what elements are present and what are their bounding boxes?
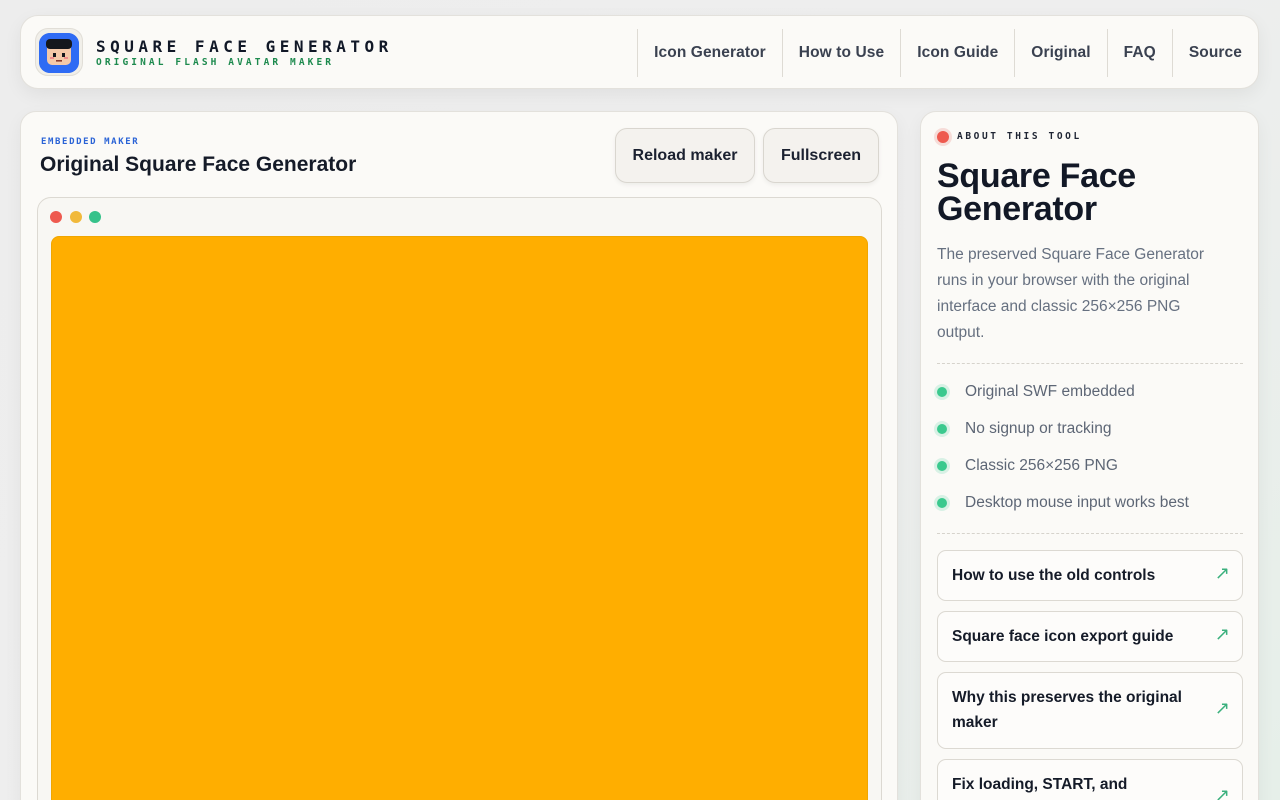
bullet-dot-icon <box>937 461 947 471</box>
site-header: SQUARE FACE GENERATOR ORIGINAL FLASH AVA… <box>20 15 1259 89</box>
about-sidebar: ABOUT THIS TOOL Square Face Generator Th… <box>920 111 1259 800</box>
link-preserves-original[interactable]: Why this preserves the original maker ↗ <box>937 672 1243 749</box>
maker-window <box>37 197 882 800</box>
arrow-up-right-icon: ↗ <box>1214 563 1230 584</box>
nav-source[interactable]: Source <box>1171 29 1258 77</box>
feature-text: No signup or tracking <box>965 420 1112 437</box>
feature-item: Original SWF embedded <box>937 381 1135 403</box>
link-fix-loading[interactable]: Fix loading, START, and ↗ <box>937 759 1243 800</box>
square-face-logo-icon <box>39 33 79 73</box>
arrow-up-right-icon: ↗ <box>1214 698 1230 719</box>
arrow-up-right-icon: ↗ <box>1214 785 1230 800</box>
feature-text: Original SWF embedded <box>965 383 1135 400</box>
nav-original[interactable]: Original <box>1014 29 1106 77</box>
status-dot-icon <box>937 131 949 143</box>
bullet-dot-icon <box>937 498 947 508</box>
link-label: How to use the old controls <box>952 567 1156 584</box>
bullet-dot-icon <box>937 387 947 397</box>
reload-maker-button[interactable]: Reload maker <box>615 128 755 183</box>
arrow-up-right-icon: ↗ <box>1214 624 1230 645</box>
nav-icon-generator[interactable]: Icon Generator <box>637 29 782 77</box>
nav-faq[interactable]: FAQ <box>1106 29 1172 77</box>
link-old-controls[interactable]: How to use the old controls ↗ <box>937 550 1243 601</box>
bullet-dot-icon <box>937 424 947 434</box>
feature-text: Desktop mouse input works best <box>965 494 1189 511</box>
divider <box>937 533 1243 534</box>
about-eyebrow: ABOUT THIS TOOL <box>957 131 1082 142</box>
nav-icon-guide[interactable]: Icon Guide <box>900 29 1014 77</box>
window-maximize-dot-icon <box>89 211 101 223</box>
link-label: Square face icon export guide <box>952 628 1174 645</box>
maker-eyebrow: EMBEDDED MAKER <box>41 137 140 147</box>
link-label: Why this preserves the original maker <box>952 689 1182 731</box>
feature-item: No signup or tracking <box>937 418 1111 440</box>
brand-title[interactable]: SQUARE FACE GENERATOR <box>96 37 393 56</box>
flash-stage[interactable] <box>51 236 868 800</box>
brand-subtitle: ORIGINAL FLASH AVATAR MAKER <box>96 57 335 68</box>
maker-title: Original Square Face Generator <box>40 153 357 176</box>
divider <box>937 363 1243 364</box>
main-nav: Icon Generator How to Use Icon Guide Ori… <box>637 29 1258 77</box>
fullscreen-button[interactable]: Fullscreen <box>763 128 879 183</box>
logo[interactable] <box>35 28 83 76</box>
feature-item: Classic 256×256 PNG <box>937 455 1118 477</box>
nav-how-to-use[interactable]: How to Use <box>781 29 900 77</box>
window-minimize-dot-icon <box>70 211 82 223</box>
window-close-dot-icon <box>50 211 62 223</box>
link-label: Fix loading, START, and <box>952 776 1128 793</box>
about-description: The preserved Square Face Generator runs… <box>937 246 1205 341</box>
link-export-guide[interactable]: Square face icon export guide ↗ <box>937 611 1243 662</box>
maker-panel: EMBEDDED MAKER Original Square Face Gene… <box>20 111 898 800</box>
feature-text: Classic 256×256 PNG <box>965 457 1118 474</box>
about-title: Square Face Generator <box>937 157 1136 228</box>
feature-item: Desktop mouse input works best <box>937 492 1189 514</box>
